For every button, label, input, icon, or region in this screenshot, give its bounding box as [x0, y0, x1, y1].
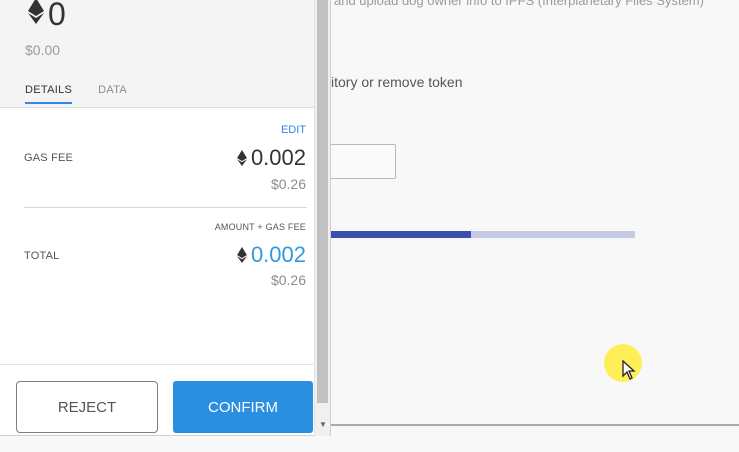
amount-display: 0 — [28, 0, 66, 30]
details-divider — [24, 207, 307, 208]
gas-fee-eth-value: 0.002 — [250, 145, 306, 170]
total-eth: 0.002 — [237, 242, 306, 268]
gas-fee-eth: 0.002 — [237, 145, 306, 171]
reject-button[interactable]: REJECT — [16, 381, 158, 433]
confirm-button[interactable]: CONFIRM — [173, 381, 313, 433]
gas-fee-label: GAS FEE — [24, 152, 74, 164]
total-label: TOTAL — [24, 250, 60, 262]
ethereum-icon — [237, 247, 247, 263]
edit-link[interactable]: EDIT — [281, 124, 306, 136]
mouse-pointer-icon — [622, 360, 636, 380]
confirm-transaction-popup: 0 $0.00 DETAILS DATA EDIT GAS FEE 0.002 … — [0, 0, 331, 436]
background-divider — [330, 424, 739, 426]
progress-bar — [320, 231, 635, 238]
total-eth-value: 0.002 — [250, 242, 306, 267]
ethereum-icon — [28, 0, 44, 24]
cursor-highlight — [604, 344, 642, 382]
background-repo-text: sitory or remove token — [324, 74, 463, 90]
scrollbar-thumb[interactable] — [317, 0, 328, 403]
footer-divider — [0, 364, 314, 365]
chevron-down-icon[interactable]: ▼ — [318, 419, 328, 429]
amount-fiat: $0.00 — [25, 42, 61, 58]
tab-data[interactable]: DATA — [98, 84, 127, 104]
gas-fee-fiat: $0.26 — [270, 176, 306, 192]
amount-value: 0 — [48, 0, 66, 32]
page: and upload dog owner info to IPFS (Inter… — [0, 0, 739, 452]
progress-bar-fill — [320, 231, 472, 238]
popup-header: 0 $0.00 DETAILS DATA — [0, 0, 314, 108]
ethereum-icon — [237, 150, 247, 166]
popup-scrollbar[interactable]: ▼ — [314, 0, 330, 436]
total-fiat: $0.26 — [270, 272, 306, 288]
total-sub-label: AMOUNT + GAS FEE — [214, 222, 306, 232]
popup-tabs: DETAILS DATA — [25, 84, 127, 104]
tab-details[interactable]: DETAILS — [25, 84, 73, 104]
background-description-text: and upload dog owner info to IPFS (Inter… — [334, 0, 704, 8]
